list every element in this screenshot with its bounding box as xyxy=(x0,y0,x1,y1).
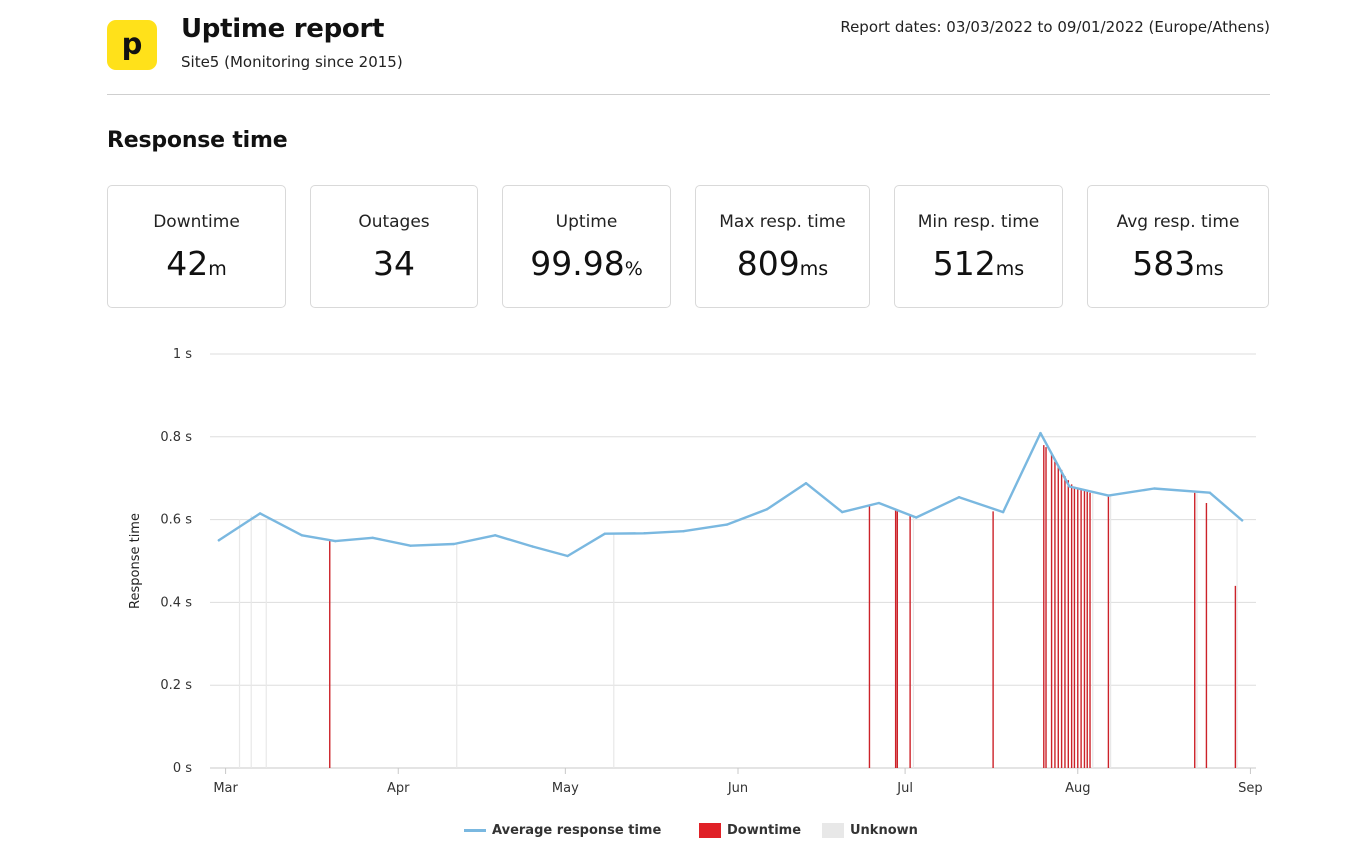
data-point xyxy=(957,496,961,499)
stat-value: 809ms xyxy=(696,244,869,283)
stat-card-downtime: Downtime 42m xyxy=(107,185,286,308)
legend-label-average: Average response time xyxy=(492,822,662,838)
legend-label-downtime: Downtime xyxy=(727,822,802,838)
stat-number: 809 xyxy=(736,244,800,283)
y-tick-label: 0 s xyxy=(173,761,192,776)
data-point xyxy=(643,532,646,535)
x-tick-label: Mar xyxy=(213,781,238,796)
stat-card-uptime: Uptime 99.98% xyxy=(502,185,671,308)
stat-card-avg-resp-time: Avg resp. time 583ms xyxy=(1087,185,1269,308)
x-tick-label: Sep xyxy=(1238,781,1263,796)
x-tick-label: Aug xyxy=(1065,781,1090,796)
y-tick-label: 0.4 s xyxy=(160,595,192,610)
stat-number: 512 xyxy=(932,244,996,283)
legend-downtime-swatch xyxy=(699,822,721,838)
data-point xyxy=(1240,519,1244,522)
page-title: Uptime report xyxy=(181,14,385,44)
y-tick-label: 0.6 s xyxy=(160,513,192,528)
y-tick-label: 0.2 s xyxy=(160,678,192,693)
data-point xyxy=(217,539,221,542)
stat-label: Min resp. time xyxy=(917,212,1040,232)
data-point xyxy=(915,516,918,519)
data-point xyxy=(371,536,374,540)
data-point xyxy=(409,544,412,547)
data-point xyxy=(877,501,881,505)
report-dates: Report dates: 03/03/2022 to 09/01/2022 (… xyxy=(840,18,1270,36)
stat-value: 583ms xyxy=(1088,244,1268,283)
x-tick-label: May xyxy=(552,781,579,796)
data-point xyxy=(725,523,729,526)
data-point xyxy=(840,510,844,514)
y-tick-label: 1 s xyxy=(173,347,192,362)
data-point xyxy=(1152,487,1156,490)
data-point xyxy=(804,481,808,485)
stat-label: Max resp. time xyxy=(719,212,846,232)
data-point xyxy=(258,512,262,515)
stat-unit: m xyxy=(208,258,227,280)
data-point xyxy=(1107,494,1110,497)
data-point xyxy=(1001,510,1005,514)
legend-label-unknown: Unknown xyxy=(850,822,918,838)
stat-label: Avg resp. time xyxy=(1116,212,1240,232)
stat-number: 42 xyxy=(166,244,209,283)
stat-value: 42m xyxy=(108,244,285,283)
app-logo: p xyxy=(107,20,157,70)
legend-item-downtime[interactable]: Downtime xyxy=(699,820,801,840)
chart-legend: Average response time Downtime Unknown xyxy=(0,820,1364,840)
data-point xyxy=(566,554,569,558)
stat-card-min-resp-time: Min resp. time 512ms xyxy=(894,185,1063,308)
stat-unit: ms xyxy=(995,258,1025,280)
x-tick-label: Jun xyxy=(727,781,748,796)
stat-value: 512ms xyxy=(895,244,1062,283)
legend-item-unknown[interactable]: Unknown xyxy=(822,820,918,840)
x-tick-label: Apr xyxy=(387,781,410,796)
site-subtitle: Site5 (Monitoring since 2015) xyxy=(181,53,403,71)
data-point xyxy=(603,532,607,535)
stat-unit: ms xyxy=(799,258,829,280)
stat-unit: ms xyxy=(1195,258,1224,280)
legend-unknown-swatch xyxy=(822,822,844,838)
legend-item-average[interactable]: Average response time xyxy=(464,820,661,840)
logo-letter: p xyxy=(121,27,143,61)
y-tick-label: 0.8 s xyxy=(160,430,192,445)
data-point xyxy=(493,534,497,537)
data-point xyxy=(1039,431,1042,435)
data-point xyxy=(1208,491,1211,494)
stat-number: 583 xyxy=(1132,244,1196,283)
legend-line-swatch xyxy=(464,828,486,832)
header-divider xyxy=(107,94,1270,95)
stat-unit: % xyxy=(624,258,643,280)
data-point xyxy=(1068,485,1071,488)
y-axis-label: Response time xyxy=(128,513,143,609)
stat-value: 99.98% xyxy=(503,244,670,283)
data-point xyxy=(300,534,304,537)
stat-value: 34 xyxy=(311,244,477,283)
x-tick-label: Jul xyxy=(896,781,913,796)
data-point xyxy=(682,529,685,533)
stat-card-max-resp-time: Max resp. time 809ms xyxy=(695,185,870,308)
response-time-chart: 0 s 0.2 s 0.4 s 0.6 s 0.8 s 1 s Response time M… xyxy=(128,347,1263,796)
stat-number: 99.98 xyxy=(530,244,625,283)
stat-number: 34 xyxy=(373,244,415,283)
stat-label: Outages xyxy=(358,212,430,232)
data-point xyxy=(334,539,337,543)
data-point xyxy=(531,545,534,548)
data-point xyxy=(765,508,769,511)
section-title: Response time xyxy=(107,128,288,153)
stat-label: Downtime xyxy=(153,212,240,232)
stat-label: Uptime xyxy=(555,212,618,232)
stat-card-outages: Outages 34 xyxy=(310,185,478,308)
data-point xyxy=(452,542,456,546)
